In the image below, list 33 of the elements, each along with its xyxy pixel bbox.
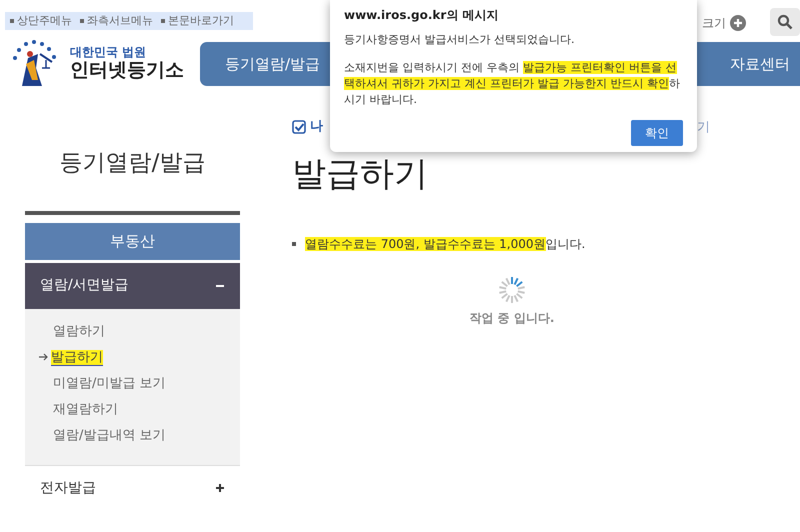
zoom-in-icon[interactable]	[730, 15, 746, 31]
submenu-item[interactable]: 열람/발급내역 보기	[53, 422, 240, 448]
submenu-item[interactable]: 재열람하기	[53, 396, 240, 422]
nav-link[interactable]: 등기열람/발급	[225, 52, 320, 76]
ok-button[interactable]: 확인	[631, 120, 683, 146]
skip-link[interactable]: 본문바로가기	[161, 12, 234, 30]
font-size-label: 크기	[702, 15, 726, 32]
loading-text: 작업 중 입니다.	[470, 310, 554, 327]
breadcrumb-text: 기	[697, 119, 710, 136]
skip-link[interactable]: 상단주메뉴	[10, 12, 72, 30]
dialog-message: 등기사항증명서 발급서비스가 선택되었습니다.	[344, 32, 576, 48]
nav-link[interactable]: 자료센터	[730, 52, 790, 76]
dialog-title: www.iros.go.kr의 메시지	[344, 7, 500, 24]
submenu-item[interactable]: 미열람/미발급 보기	[53, 370, 240, 396]
menu-group[interactable]: 열람/서면발급	[25, 262, 240, 308]
dialog-message: 소재지번을 입력하시기 전에 우측의 발급가능 프린터확인 버튼을 선택하셔서 귀하가 가지고 계신 프린터가 발급 가능한지 반드시 확인하시기 바랍니다.	[344, 60, 681, 108]
arrow-icon	[39, 352, 49, 361]
plus-icon	[215, 483, 225, 493]
submenu-item[interactable]: 열람하기	[53, 318, 240, 344]
section-header: 부동산	[25, 222, 240, 260]
search-button[interactable]	[770, 8, 800, 36]
fee-notice: 열람수수료는 700원, 발급수수료는 1,000원 입니다.	[305, 236, 586, 253]
checkbox-icon	[292, 120, 306, 134]
logo-subtitle: 대한민국 법원	[70, 46, 148, 60]
search-icon	[777, 14, 793, 30]
submenu-item[interactable]: 발급하기	[39, 344, 240, 370]
spinner-icon	[497, 274, 527, 305]
menu-group[interactable]: 전자발급	[25, 464, 240, 510]
skip-link[interactable]: 좌측서브메뉴	[80, 12, 153, 30]
sidebar-title: 등기열람/발급	[25, 116, 240, 214]
logo-title[interactable]: 인터넷등기소	[70, 60, 184, 82]
breadcrumb-link[interactable]: 나	[310, 117, 323, 137]
page-heading: 발급하기	[292, 154, 429, 195]
